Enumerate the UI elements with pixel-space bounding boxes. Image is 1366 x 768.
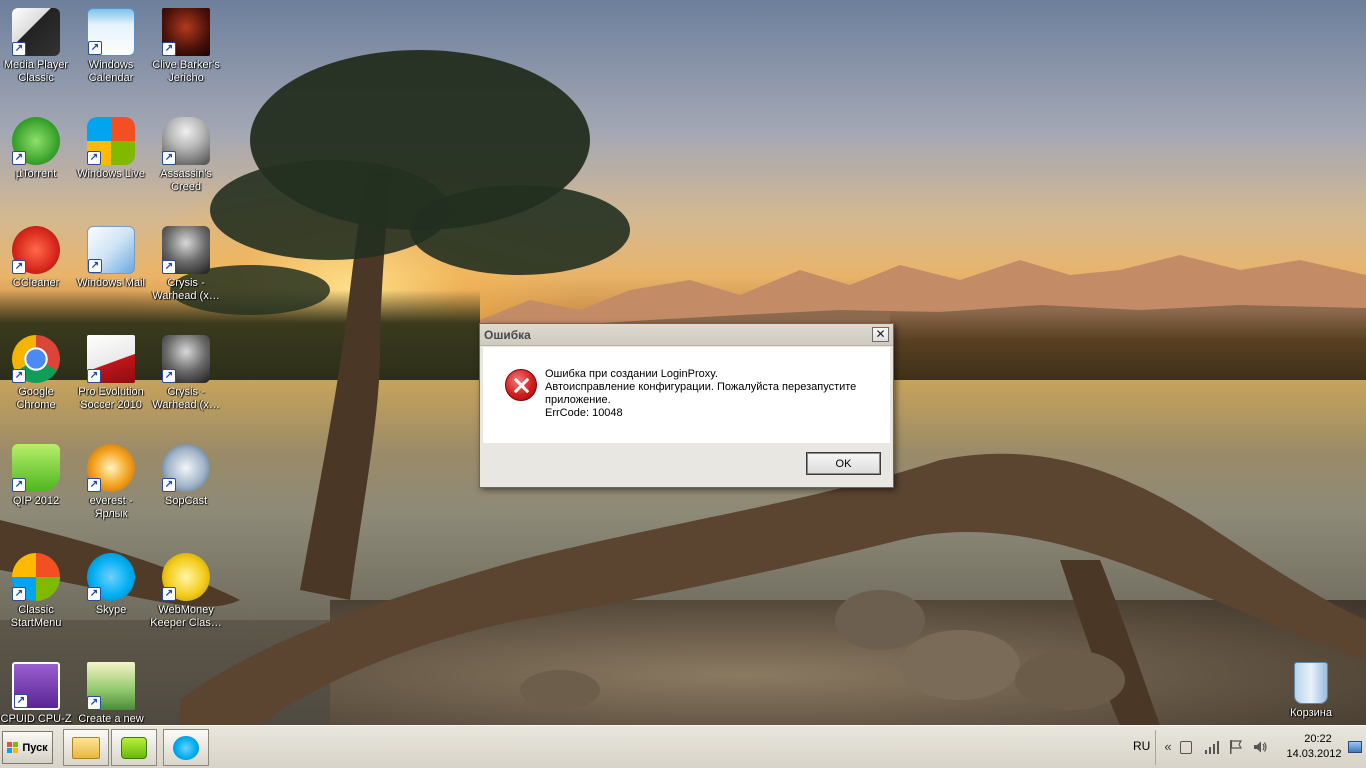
network-signal-icon[interactable] xyxy=(1204,739,1220,755)
shortcut-arrow-icon: ↗ xyxy=(87,369,101,383)
soldier-icon: ↗ xyxy=(162,335,210,383)
message-line: Ошибка при создании LoginProxy. xyxy=(545,368,718,380)
windows-flag-icon: ↗ xyxy=(87,117,135,165)
shortcut-arrow-icon: ↗ xyxy=(162,151,176,165)
show-desktop-button[interactable] xyxy=(1348,741,1362,753)
skype-icon: ↗ xyxy=(87,553,135,601)
close-button[interactable]: ✕ xyxy=(872,327,889,342)
desktop-icon-ccleaner[interactable]: ↗ CCleaner xyxy=(0,226,74,290)
desktop-icon-pes-2010[interactable]: ↗ Pro Evolution Soccer 2010 xyxy=(73,335,149,412)
shortcut-arrow-icon: ↗ xyxy=(12,587,26,601)
desktop-icon-classic-startmenu[interactable]: ↗ Classic StartMenu xyxy=(0,553,74,630)
windows-logo-icon xyxy=(7,741,19,754)
clock-date[interactable]: 14.03.2012 xyxy=(1282,748,1346,760)
hooded-figure-icon: ↗ xyxy=(162,117,210,165)
volume-speaker-icon[interactable] xyxy=(1252,739,1268,755)
shortcut-arrow-icon: ↗ xyxy=(162,42,176,56)
shortcut-arrow-icon: ↗ xyxy=(162,260,176,274)
desktop[interactable]: ↗ Media Player Classic ↗ Windows Calenda… xyxy=(0,0,1366,725)
cpuz-icon: ↗ xyxy=(12,662,60,710)
dialog-title: Ошибка xyxy=(484,328,531,342)
close-icon: ✕ xyxy=(875,327,886,341)
shortcut-arrow-icon: ↗ xyxy=(162,369,176,383)
pes-cover-icon: ↗ xyxy=(87,335,135,383)
desktop-icon-media-player-classic[interactable]: ↗ Media Player Classic xyxy=(0,8,74,85)
calendar-icon: ↗ xyxy=(87,8,135,56)
ccleaner-icon: ↗ xyxy=(12,226,60,274)
recycle-bin-icon xyxy=(1294,662,1328,704)
miranda-icon xyxy=(121,737,147,759)
shortcut-arrow-icon: ↗ xyxy=(88,41,102,55)
desktop-icon-windows-mail[interactable]: ↗ Windows Mail xyxy=(73,226,149,290)
mail-icon: ↗ xyxy=(87,226,135,274)
desktop-icon-skype[interactable]: ↗ Skype xyxy=(73,553,149,617)
action-center-flag-icon[interactable] xyxy=(1228,739,1244,755)
clock-time[interactable]: 20:22 xyxy=(1290,733,1346,745)
shortcut-arrow-icon: ↗ xyxy=(87,478,101,492)
desktop-icon-windows-calendar[interactable]: ↗ Windows Calendar xyxy=(73,8,149,85)
shortcut-arrow-icon: ↗ xyxy=(14,694,28,708)
game-cover-icon: ↗ xyxy=(162,8,210,56)
taskbar: Пуск RU « 20:22 14.03.2012 xyxy=(0,725,1366,768)
shortcut-arrow-icon: ↗ xyxy=(162,587,176,601)
skype-icon xyxy=(173,736,199,760)
soldier-icon: ↗ xyxy=(162,226,210,274)
desktop-icon-cpu-z[interactable]: ↗ CPUID CPU-Z xyxy=(0,662,74,725)
tray-expand-chevron-icon[interactable]: « xyxy=(1160,739,1176,755)
sopcast-icon: ↗ xyxy=(162,444,210,492)
shortcut-arrow-icon: ↗ xyxy=(87,696,101,710)
start-label: Пуск xyxy=(22,741,48,754)
shortcut-arrow-icon: ↗ xyxy=(87,151,101,165)
everest-info-icon: ↗ xyxy=(87,444,135,492)
chrome-icon: ↗ xyxy=(12,335,60,383)
shortcut-arrow-icon: ↗ xyxy=(162,478,176,492)
desktop-icon-windows-live[interactable]: ↗ Windows Live xyxy=(73,117,149,181)
error-dialog[interactable]: Ошибка ✕ Ошибка при создании LoginProxy.… xyxy=(479,323,894,488)
dialog-body: Ошибка при создании LoginProxy. Автоиспр… xyxy=(483,347,890,443)
tray-separator xyxy=(1155,730,1156,765)
message-line: Автоисправление конфигурации. Пожалуйста… xyxy=(545,381,857,393)
desktop-icon-crysis-warhead-2[interactable]: ↗ Crysis - Warhead (x… xyxy=(148,335,224,412)
desktop-icon-create-new[interactable]: ↗ Create a new xyxy=(73,662,149,725)
desktop-icon-sopcast[interactable]: ↗ SopCast xyxy=(148,444,224,508)
new-shortcut-icon: ↗ xyxy=(87,662,135,710)
desktop-icon-crysis-warhead-1[interactable]: ↗ Crysis - Warhead (x… xyxy=(148,226,224,303)
shortcut-arrow-icon: ↗ xyxy=(87,587,101,601)
desktop-icon-utorrent[interactable]: ↗ µTorrent xyxy=(0,117,74,181)
desktop-icon-webmoney[interactable]: ↗ WebMoney Keeper Clas… xyxy=(148,553,224,630)
usb-device-icon[interactable] xyxy=(1180,741,1192,754)
shortcut-arrow-icon: ↗ xyxy=(12,260,26,274)
desktop-icon-everest[interactable]: ↗ everest - Ярлык xyxy=(73,444,149,521)
dialog-message: Ошибка при создании LoginProxy. Автоиспр… xyxy=(545,368,875,420)
message-line: ErrCode: 10048 xyxy=(545,407,623,419)
message-line: приложение. xyxy=(545,394,611,406)
dialog-titlebar[interactable]: Ошибка ✕ xyxy=(480,324,893,346)
language-indicator[interactable]: RU xyxy=(1133,739,1150,753)
error-icon xyxy=(505,369,537,401)
explorer-folder-icon xyxy=(72,737,100,759)
desktop-icon-google-chrome[interactable]: ↗ Google Chrome xyxy=(0,335,74,412)
shortcut-arrow-icon: ↗ xyxy=(12,42,26,56)
shortcut-arrow-icon: ↗ xyxy=(12,369,26,383)
desktop-icon-jericho[interactable]: ↗ Clive Barker's Jericho xyxy=(148,8,224,85)
ok-button[interactable]: OK xyxy=(806,452,881,475)
dialog-footer: OK xyxy=(483,445,890,485)
taskbar-explorer-button[interactable] xyxy=(63,729,109,766)
shortcut-arrow-icon: ↗ xyxy=(12,151,26,165)
webmoney-icon: ↗ xyxy=(162,553,210,601)
taskbar-skype-button[interactable] xyxy=(163,729,209,766)
shortcut-arrow-icon: ↗ xyxy=(12,478,26,492)
qip-icon: ↗ xyxy=(12,444,60,492)
utorrent-icon: ↗ xyxy=(12,117,60,165)
desktop-icon-recycle-bin[interactable]: Корзина xyxy=(1273,662,1349,720)
windows-shell-icon: ↗ xyxy=(12,553,60,601)
taskbar-miranda-button[interactable] xyxy=(111,729,157,766)
film-clapper-icon: ↗ xyxy=(12,8,60,56)
desktop-icon-qip-2012[interactable]: ↗ QIP 2012 xyxy=(0,444,74,508)
desktop-icon-assassins-creed[interactable]: ↗ Assassin's Creed xyxy=(148,117,224,194)
shortcut-arrow-icon: ↗ xyxy=(88,259,102,273)
start-button[interactable]: Пуск xyxy=(2,731,53,764)
